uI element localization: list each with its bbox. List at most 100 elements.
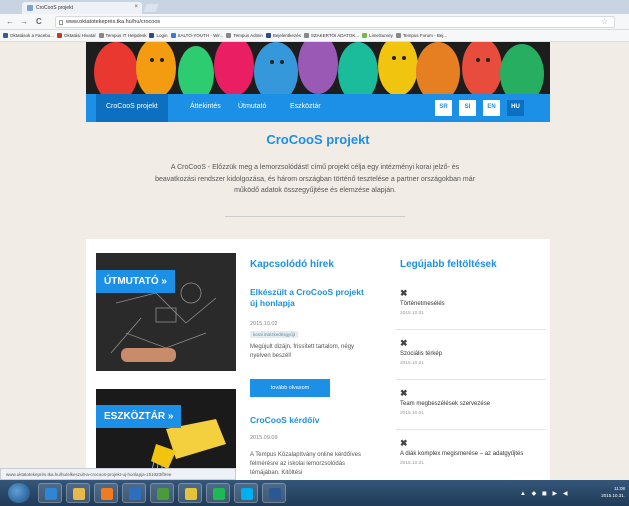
page-title: CroCooS projekt <box>266 132 370 147</box>
upload-date: 2015.10.01 <box>400 311 425 316</box>
news-item-title[interactable]: Elkészült a CroCooS projekt új honlapja <box>250 287 370 309</box>
news-item-tag[interactable]: korai intézkedésgyűjt <box>250 331 299 338</box>
bookmark-label: Tempus Forum - Bej... <box>402 33 448 38</box>
bookmark-item[interactable]: Login <box>149 33 168 38</box>
start-button[interactable] <box>8 483 30 503</box>
upload-item[interactable]: ✖ Szociális térkép 2015.10.01 <box>400 338 540 367</box>
explorer-taskbar-button[interactable] <box>66 483 90 503</box>
favicon-icon <box>27 5 33 11</box>
page-icon <box>59 20 63 25</box>
news-item-date: 2015.09.09 <box>250 435 278 441</box>
chrome-taskbar-button[interactable] <box>178 483 202 503</box>
bookmark-item[interactable]: SZAKERTOI ADATOK... <box>303 33 360 38</box>
bookmark-item[interactable]: Oktatási Hivatal <box>57 33 96 38</box>
bookmark-item[interactable]: Bejelentkezés <box>265 33 301 38</box>
bookmarks-bar: Oktatások a Facebo... Oktatási Hivatal Tem… <box>0 30 629 42</box>
word-taskbar-button[interactable] <box>262 483 286 503</box>
outlook-icon <box>129 488 141 500</box>
forward-icon[interactable]: → <box>20 17 28 26</box>
bookmark-label: LimeSurvey <box>369 33 393 38</box>
ie-icon <box>45 488 57 500</box>
new-tab-button[interactable] <box>143 4 159 12</box>
nav-utmutato[interactable]: Útmutató <box>238 103 266 110</box>
upload-item[interactable]: ✖ A diák komplex megismerése – az adatgy… <box>400 439 540 467</box>
nav-eszkoztar[interactable]: Eszköztár <box>290 103 321 110</box>
utmutato-promo[interactable]: ÚTMUTATÓ » <box>96 253 236 371</box>
utmutato-label: ÚTMUTATÓ » <box>96 270 175 293</box>
upload-item[interactable]: ✖ Történetmesélés 2015.10.01 <box>400 288 540 317</box>
web-page: CroCooS projekt Áttekintés Útmutató Eszk… <box>0 42 629 480</box>
nav-attekintes[interactable]: Áttekintés <box>190 103 221 110</box>
bookmark-favicon-icon <box>303 33 309 38</box>
upload-title[interactable]: Történetmesélés <box>400 300 540 308</box>
bookmark-item[interactable]: Tempus Forum - Bej... <box>395 33 448 38</box>
bookmark-favicon-icon <box>57 33 63 38</box>
bookmark-label: SZAKERTOI ADATOK... <box>310 33 360 38</box>
lang-si-button[interactable]: SI <box>459 100 476 116</box>
skype-taskbar-button[interactable] <box>234 483 258 503</box>
bookmark-item[interactable]: Oktatások a Facebo... <box>3 33 54 38</box>
skype-icon <box>241 488 253 500</box>
upload-date: 2015.10.01 <box>400 361 425 366</box>
upload-title[interactable]: Szociális térkép <box>400 350 540 358</box>
bookmark-label: Oktatások a Facebo... <box>10 33 55 38</box>
tools-icon: ✖ <box>400 338 408 348</box>
spotify-taskbar-button[interactable] <box>206 483 230 503</box>
address-bar: ← → C www.oktatotekeprés.tka.hu/hu/croco… <box>0 14 629 30</box>
tools-icon: ✖ <box>400 388 408 398</box>
upload-title[interactable]: A diák komplex megismerése – az adatgyűj… <box>400 450 540 458</box>
bookmark-favicon-icon <box>362 33 368 38</box>
divider <box>396 429 546 430</box>
intro-text: A CroCooS - Előzzük meg a lemorzsolódást… <box>155 164 475 194</box>
reload-icon[interactable]: C <box>36 17 42 26</box>
media-icon <box>101 488 113 500</box>
bookmark-item[interactable]: Tempus IT Helpdesk <box>98 33 146 38</box>
lang-en-button[interactable]: EN <box>483 100 500 116</box>
read-more-button[interactable]: tovább olvasom <box>250 379 330 397</box>
bookmark-item[interactable]: SALTO-YOUTH - Wir... <box>170 33 223 38</box>
close-icon[interactable]: × <box>134 4 138 10</box>
bookmark-favicon-icon <box>170 33 176 38</box>
bookmark-favicon-icon <box>395 33 401 38</box>
lang-sr-button[interactable]: SR <box>435 100 452 116</box>
hero-banner <box>86 42 550 94</box>
tray-icons[interactable]: ▲ ◆ ◼ ▶ ◀ <box>520 490 569 497</box>
media-taskbar-button[interactable] <box>94 483 118 503</box>
clock-time: 11:08 <box>614 486 625 491</box>
bookmark-star-icon[interactable]: ☆ <box>601 17 608 26</box>
news-heading: Kapcsolódó hírek <box>250 259 334 270</box>
bookmark-item[interactable]: Tempus Admin <box>226 33 263 38</box>
lync-icon <box>157 488 169 500</box>
divider <box>225 216 405 217</box>
main-nav: CroCooS projekt Áttekintés Útmutató Eszk… <box>86 94 550 122</box>
nav-crocoos-projekt[interactable]: CroCooS projekt <box>96 94 168 122</box>
divider <box>396 379 546 380</box>
url-text: www.oktatotekeprés.tka.hu/hu/crocoos <box>66 19 161 25</box>
chrome-icon <box>185 488 197 500</box>
news-item-title[interactable]: CroCooS kérdőív <box>250 415 370 426</box>
browser-tab[interactable]: CroCooS projekt × <box>22 2 142 14</box>
eszkoztar-promo[interactable]: ESZKÖZTÁR » <box>96 389 236 480</box>
bookmark-label: Tempus Admin <box>233 33 263 38</box>
browser-tab-bar: CroCooS projekt × <box>0 0 629 14</box>
tools-icon: ✖ <box>400 288 408 298</box>
eszkoztar-label: ESZKÖZTÁR » <box>96 405 182 428</box>
word-icon <box>269 488 281 500</box>
bookmark-item[interactable]: LimeSurvey <box>362 33 393 38</box>
upload-item[interactable]: ✖ Team megbeszélések szervezése 2015.10.… <box>400 388 540 417</box>
system-clock[interactable]: 11:08 2015.10.31. <box>601 485 625 499</box>
ie-taskbar-button[interactable] <box>38 483 62 503</box>
tab-title: CroCooS projekt <box>36 5 73 11</box>
upload-title[interactable]: Team megbeszélések szervezése <box>400 400 540 408</box>
painted-hands-image <box>86 42 550 94</box>
url-input[interactable]: www.oktatotekeprés.tka.hu/hu/crocoos ☆ <box>55 16 615 28</box>
windows-taskbar: ▲ ◆ ◼ ▶ ◀ 11:08 2015.10.31. <box>0 480 629 506</box>
bookmark-label: Oktatási Hivatal <box>64 33 96 38</box>
news-item-text: A Tempus Közalapítvány online kérdőíves … <box>250 452 361 476</box>
divider <box>396 329 546 330</box>
bookmark-favicon-icon <box>265 33 271 38</box>
back-icon[interactable]: ← <box>6 17 14 26</box>
lync-taskbar-button[interactable] <box>150 483 174 503</box>
outlook-taskbar-button[interactable] <box>122 483 146 503</box>
lang-hu-button[interactable]: HU <box>507 100 524 116</box>
